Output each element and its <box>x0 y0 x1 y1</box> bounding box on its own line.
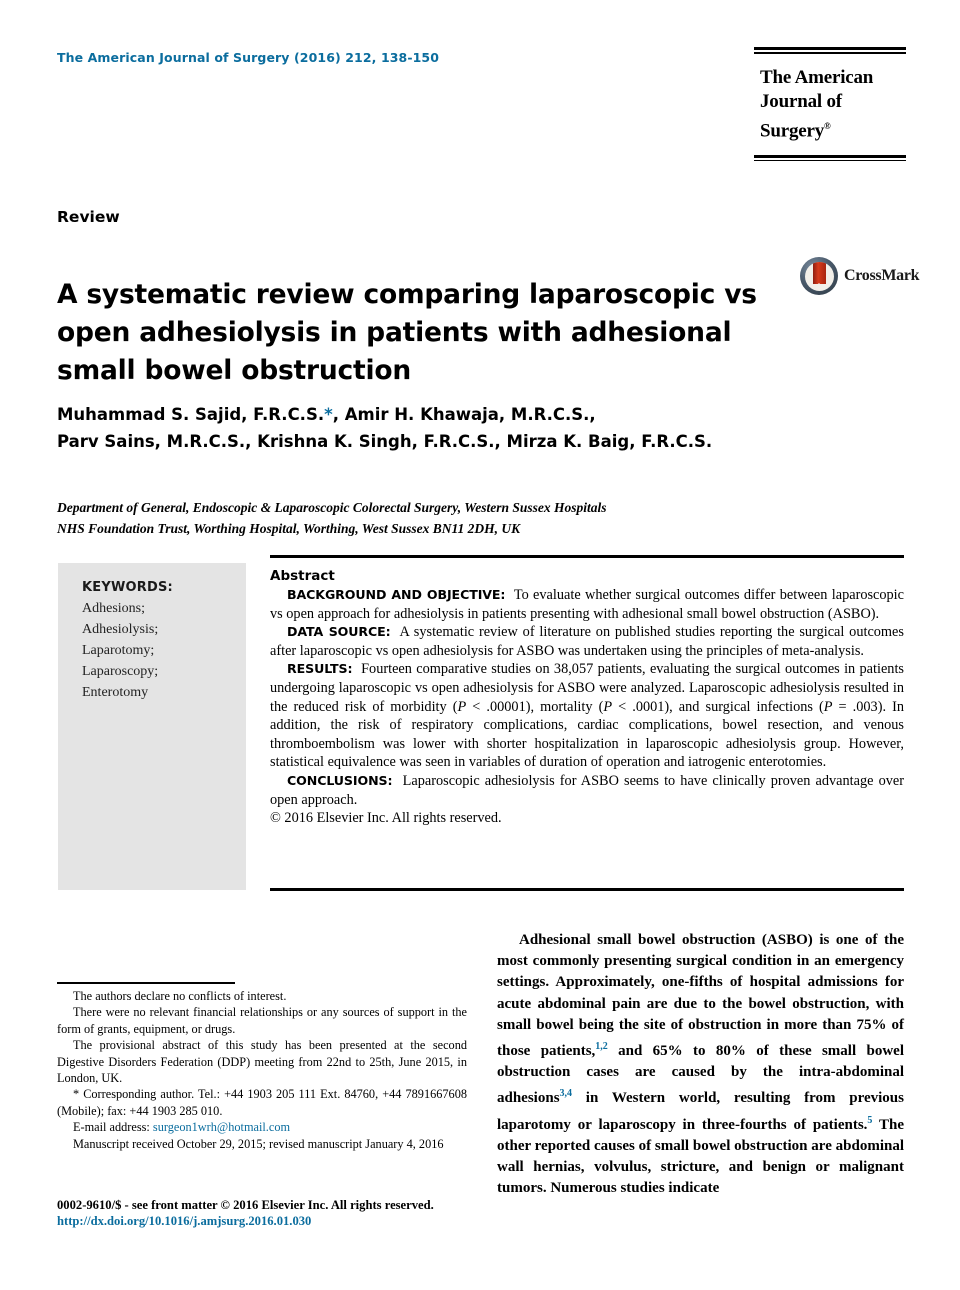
page-footer: 0002-9610/$ - see front matter © 2016 El… <box>57 1198 557 1229</box>
author-list: Muhammad S. Sajid, F.R.C.S.*, Amir H. Kh… <box>57 401 857 455</box>
keyword-item: Laparotomy; <box>82 643 155 658</box>
abstract-rule-top <box>270 555 904 558</box>
crossmark-badge[interactable]: CrossMark <box>800 257 920 295</box>
doi-link[interactable]: http://dx.doi.org/10.1016/j.amjsurg.2016… <box>57 1214 557 1229</box>
masthead-title-line1: The American <box>760 66 874 88</box>
abstract-label-data-source: DATA SOURCE: <box>287 624 391 640</box>
abstract-label-background: BACKGROUND AND OBJECTIVE: <box>287 587 506 602</box>
footnote-conflicts: The authors declare no conflicts of inte… <box>73 989 287 1003</box>
footnote-manuscript-dates: Manuscript received October 29, 2015; re… <box>73 1136 444 1151</box>
keyword-item: Laparoscopy; <box>82 664 159 679</box>
footnote-presentation: The provisional abstract of this study h… <box>57 1038 467 1086</box>
affiliation-line-2: NHS Foundation Trust, Worthing Hospital,… <box>57 521 521 536</box>
keywords-heading: KEYWORDS: <box>82 580 173 595</box>
footnotes-block: The authors declare no conflicts of inte… <box>57 988 467 1152</box>
journal-masthead-logo: The American Journal of Surgery® <box>754 47 906 162</box>
abstract-rule-bottom <box>270 888 904 891</box>
email-link[interactable]: surgeon1wrh@hotmail.com <box>153 1120 290 1134</box>
crossmark-ribbon-icon <box>812 261 826 289</box>
page-title: A systematic review comparing laparoscop… <box>57 278 757 386</box>
abstract-stat-rest-1: < .00001), mortality ( <box>466 698 604 715</box>
masthead-rule-bottom-group <box>754 154 906 162</box>
citation-ref-2[interactable]: 3,4 <box>560 1088 573 1099</box>
footnote-corresponding-author: * Corresponding author. Tel.: +44 1903 2… <box>57 1087 467 1118</box>
author-line-1: Muhammad S. Sajid, F.R.C.S.*, Amir H. Kh… <box>57 405 596 424</box>
registered-trademark-icon: ® <box>824 120 831 131</box>
affiliation-line-1: Department of General, Endoscopic & Lapa… <box>57 500 607 515</box>
masthead-rule-bottom-thin <box>754 159 906 162</box>
issn-copyright-line: 0002-9610/$ - see front matter © 2016 El… <box>57 1198 434 1212</box>
keywords-panel: KEYWORDS: Adhesions; Adhesiolysis; Lapar… <box>58 563 246 890</box>
masthead-title-line2: Journal of Surgery® <box>760 90 842 141</box>
footnote-separator-rule <box>57 982 235 984</box>
abstract-stat-p-2: P <box>603 698 613 715</box>
abstract-paragraph-conclusions: CONCLUSIONS: Laparoscopic adhesiolysis f… <box>270 772 904 809</box>
abstract-label-conclusions: CONCLUSIONS: <box>287 772 393 788</box>
article-type-label: Review <box>57 208 120 226</box>
affiliation: Department of General, Endoscopic & Lapa… <box>57 497 847 539</box>
masthead-rule-bottom-thick <box>754 154 906 158</box>
introduction-body-column: Adhesional small bowel obstruction (ASBO… <box>497 930 904 1199</box>
email-label: E-mail address: <box>73 1120 150 1135</box>
intro-text-1: Adhesional small bowel obstruction (ASBO… <box>497 932 904 1060</box>
abstract-heading: Abstract <box>270 568 335 584</box>
corresponding-author-marker[interactable]: * <box>324 405 333 424</box>
crossmark-label: CrossMark <box>844 267 920 284</box>
footnote-funding: There were no relevant financial relatio… <box>57 1005 467 1036</box>
keyword-item: Enterotomy <box>82 685 149 700</box>
abstract-paragraph-data-source: DATA SOURCE: A systematic review of lite… <box>270 623 904 660</box>
masthead-rule-top-thick <box>754 47 906 50</box>
abstract-copyright: © 2016 Elsevier Inc. All rights reserved… <box>270 810 502 827</box>
abstract-stat-rest-2: < .0001), and surgical infections ( <box>612 698 824 715</box>
author-line-2: Parv Sains, M.R.C.S., Krishna K. Singh, … <box>57 432 713 451</box>
citation-ref-1[interactable]: 1,2 <box>595 1041 608 1052</box>
abstract-section: Abstract BACKGROUND AND OBJECTIVE: To ev… <box>270 568 904 828</box>
footnote-email-line: E-mail address: surgeon1wrh@hotmail.com <box>57 1119 467 1135</box>
introduction-paragraph-1: Adhesional small bowel obstruction (ASBO… <box>497 930 904 1199</box>
abstract-stat-p-1: P <box>457 698 467 715</box>
crossmark-icon-inner <box>804 261 834 291</box>
abstract-paragraph-background: BACKGROUND AND OBJECTIVE: To evaluate wh… <box>270 586 904 623</box>
keyword-item: Adhesiolysis; <box>82 622 159 637</box>
keywords-list: Adhesions; Adhesiolysis; Laparotomy; Lap… <box>82 598 246 703</box>
crossmark-icon <box>800 257 838 295</box>
abstract-paragraph-results: RESULTS: Fourteen comparative studies on… <box>270 660 904 772</box>
abstract-stat-p-3: P <box>823 698 833 715</box>
abstract-label-results: RESULTS: <box>287 661 353 677</box>
masthead-title: The American Journal of Surgery® <box>754 54 906 155</box>
keyword-item: Adhesions; <box>82 601 145 616</box>
paper-page: The American Journal of Surgery (2016) 2… <box>0 0 960 1290</box>
journal-reference: The American Journal of Surgery (2016) 2… <box>57 50 440 65</box>
